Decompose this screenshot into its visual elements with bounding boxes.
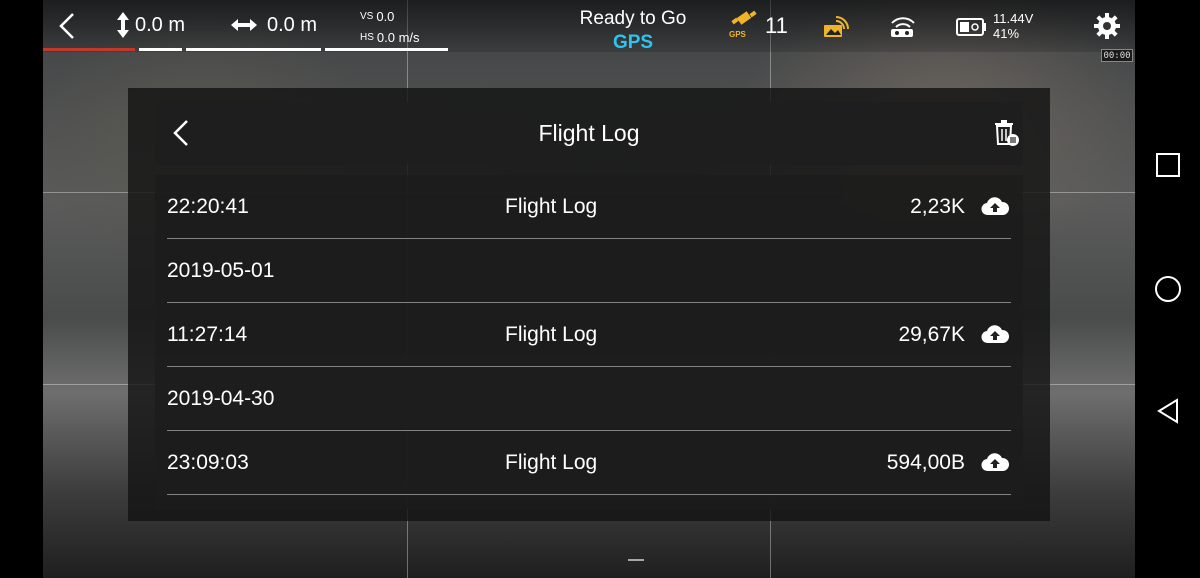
- dialog-back-button[interactable]: [169, 118, 199, 150]
- distance-icon: [231, 19, 257, 31]
- log-row[interactable]: 23:09:03 Flight Log 594,00B: [167, 431, 1011, 495]
- flight-mode: GPS: [612, 32, 654, 53]
- back-icon: [59, 13, 74, 39]
- dialog-header: Flight Log: [155, 102, 1023, 165]
- bar-segment: [186, 48, 321, 51]
- dialog-title: Flight Log: [538, 120, 640, 146]
- gps-satellites[interactable]: GPS 11: [729, 10, 788, 42]
- log-time: 11:27:14: [167, 323, 248, 346]
- hs-label: HS: [360, 32, 374, 43]
- system-back-button[interactable]: [1154, 397, 1182, 425]
- back-button[interactable]: [55, 10, 85, 42]
- log-time: 23:09:03: [167, 451, 249, 474]
- hs-value: 0.0 m/s: [376, 30, 420, 45]
- triangle-back-icon: [1157, 398, 1178, 424]
- log-date: 2019-04-30: [167, 387, 275, 410]
- remote-signal[interactable]: [888, 12, 920, 40]
- upload-button[interactable]: [981, 195, 1010, 219]
- log-row[interactable]: 11:27:14 Flight Log 29,67K: [167, 303, 1011, 367]
- delete-icon: [995, 120, 1019, 146]
- battery-percent: 41%: [993, 26, 1020, 41]
- gps-badge: GPS: [729, 30, 746, 39]
- remote-signal-icon: [891, 17, 915, 37]
- home-button[interactable]: [1154, 275, 1182, 303]
- bar-segment: [139, 48, 182, 51]
- log-date: 2019-05-01: [167, 259, 275, 282]
- cloud-upload-icon: [981, 325, 1010, 344]
- battery-status[interactable]: 11.44V 41%: [955, 10, 1033, 42]
- upload-button[interactable]: [981, 451, 1010, 475]
- settings-icon: [1094, 13, 1120, 39]
- date-header-row: 2019-04-30: [167, 367, 1011, 431]
- altitude-readout: 0.0 m: [115, 10, 185, 40]
- cloud-upload-icon: [981, 453, 1010, 472]
- vertical-speed: VS 0.0: [360, 9, 394, 24]
- log-size: 594,00B: [886, 451, 965, 474]
- image-transmission[interactable]: [822, 12, 854, 40]
- circle-icon: [1155, 276, 1181, 302]
- image-transmission-icon: [824, 16, 849, 37]
- altitude-value: 0.0 m: [135, 13, 186, 36]
- upload-button[interactable]: [981, 323, 1010, 347]
- bar-segment: [325, 48, 448, 51]
- top-status-bar: 0.0 m 0.0 m VS 0.0 HS 0.0 m/s Ready to G…: [43, 0, 1135, 53]
- log-row[interactable]: 22:20:41 Flight Log 2,23K: [167, 175, 1011, 239]
- back-icon: [173, 120, 188, 146]
- flight-status: Ready to Go: [579, 8, 687, 29]
- log-name: Flight Log: [505, 195, 598, 218]
- vs-value: 0.0: [376, 9, 395, 24]
- satellite-count: 11: [765, 13, 788, 38]
- distance-readout: 0.0 m: [229, 10, 317, 40]
- gps-satellite-icon: GPS: [729, 10, 759, 42]
- log-name: Flight Log: [505, 323, 598, 346]
- flight-log-list: 22:20:41 Flight Log 2,23K 2019-05-01 11:…: [155, 175, 1023, 509]
- delete-logs-button[interactable]: [991, 118, 1021, 150]
- horizontal-speed: HS 0.0 m/s: [360, 30, 420, 45]
- log-name: Flight Log: [505, 451, 598, 474]
- altitude-icon: [117, 12, 129, 38]
- square-icon: [1156, 153, 1180, 177]
- battery-level-bar: [43, 48, 135, 51]
- log-size: 29,67K: [898, 323, 965, 346]
- recent-apps-button[interactable]: [1154, 151, 1182, 179]
- battery-readout: 11.44V 41%: [993, 11, 1033, 41]
- timer: 00:00: [1101, 49, 1133, 62]
- settings-button[interactable]: [1092, 10, 1124, 42]
- battery-icon: [956, 18, 986, 36]
- vs-label: VS: [360, 11, 374, 22]
- center-marker: [628, 559, 644, 561]
- date-header-row: 2019-05-01: [167, 239, 1011, 303]
- distance-value: 0.0 m: [267, 13, 318, 36]
- cloud-upload-icon: [981, 197, 1010, 216]
- log-time: 22:20:41: [167, 195, 249, 218]
- battery-voltage: 11.44V: [993, 11, 1034, 26]
- system-nav-bar: [1135, 0, 1200, 578]
- log-size: 2,23K: [910, 195, 965, 218]
